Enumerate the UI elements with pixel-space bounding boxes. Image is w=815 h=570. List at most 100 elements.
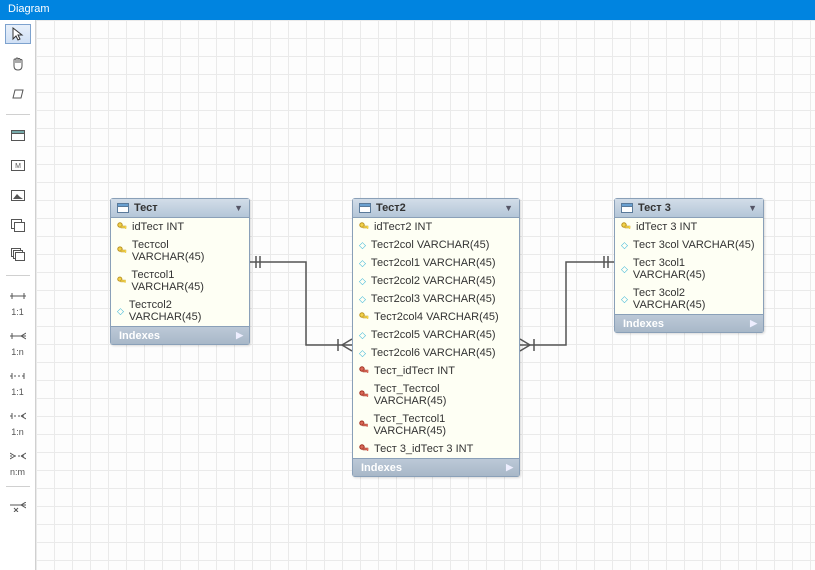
column-row[interactable]: ◇Тест2col6 VARCHAR(45) <box>353 344 519 362</box>
rel-1-n-tool[interactable] <box>5 326 31 346</box>
column-row[interactable]: idТест INT <box>111 218 249 236</box>
column-row[interactable]: Тестcol1 VARCHAR(45) <box>111 266 249 296</box>
table-icon <box>11 130 25 141</box>
collapse-icon[interactable]: ▼ <box>234 203 243 213</box>
layer-icon <box>11 219 25 232</box>
new-table-tool[interactable] <box>5 125 31 145</box>
key-icon <box>359 366 369 376</box>
key-icon <box>359 444 369 454</box>
collapse-icon[interactable]: ▼ <box>504 203 513 213</box>
entity-test2[interactable]: Тест2 ▼ idТест2 INT ◇ Тест2col VARCHAR(45)… <box>352 198 520 477</box>
pointer-icon <box>12 27 24 41</box>
entity-header[interactable]: Тест2 ▼ <box>353 199 519 218</box>
column-text: Тест_Тестcol1 VARCHAR(45) <box>373 413 513 437</box>
column-row[interactable]: ◇ Тестcol2 VARCHAR(45) <box>111 296 249 326</box>
separator <box>6 114 30 115</box>
entity-test[interactable]: Тест ▼ idТест INT Тестcol VARCHAR(45) Тест… <box>110 198 250 345</box>
column-text: Тестcol2 VARCHAR(45) <box>129 299 243 323</box>
column-text: Тест2col3 VARCHAR(45) <box>371 293 496 305</box>
column-row[interactable]: ◇Тест2col1 VARCHAR(45) <box>353 254 519 272</box>
column-row[interactable]: ◇Тест2col2 VARCHAR(45) <box>353 272 519 290</box>
column-row[interactable]: ◇ Тест2col3 VARCHAR(45) <box>353 290 519 308</box>
titlebar: Diagram <box>0 0 815 20</box>
key-icon <box>621 222 631 232</box>
indexes-section[interactable]: Indexes ▶ <box>615 314 763 332</box>
column-row[interactable]: ◇Тест 3col VARCHAR(45) <box>615 236 763 254</box>
table-icon <box>621 203 633 213</box>
entity-title: Тест <box>134 202 158 214</box>
entity-title: Тест 3 <box>638 202 671 214</box>
entity-title: Тест2 <box>376 202 406 214</box>
column-row[interactable]: idТест2 INT <box>353 218 519 236</box>
column-list: idТест 3 INT◇Тест 3col VARCHAR(45)◇Тест … <box>615 218 763 314</box>
column-row[interactable]: ◇ Тест2col VARCHAR(45) <box>353 236 519 254</box>
hand-icon <box>11 57 25 71</box>
column-text: Тест2col5 VARCHAR(45) <box>371 329 496 341</box>
column-row[interactable]: Тест 3_idТест 3 INT <box>353 440 519 458</box>
hand-tool[interactable] <box>5 54 31 74</box>
rel-existing-tool[interactable] <box>5 497 31 517</box>
column-row[interactable]: Тест_idТест INT <box>353 362 519 380</box>
rel-label: 1:1 <box>11 308 24 316</box>
expand-icon: ▶ <box>236 330 243 341</box>
column-row[interactable]: ◇Тест 3col1 VARCHAR(45) <box>615 254 763 284</box>
entity-header[interactable]: Тест 3 ▼ <box>615 199 763 218</box>
entity-header[interactable]: Тест ▼ <box>111 199 249 218</box>
diamond-icon: ◇ <box>359 294 366 305</box>
column-list: idТест2 INT◇Тест2col VARCHAR(45)◇Тест2co… <box>353 218 519 458</box>
rel-1-1-tool[interactable] <box>5 286 31 306</box>
pointer-tool[interactable] <box>5 24 31 44</box>
layers-icon <box>11 248 25 262</box>
column-text: Тест2col1 VARCHAR(45) <box>371 257 496 269</box>
toolbar: M 1:1 1:n 1:1 1:n n:m <box>0 20 36 570</box>
column-text: Тест 3col1 VARCHAR(45) <box>633 257 757 281</box>
table-icon <box>359 203 371 213</box>
entity-test3[interactable]: Тест 3 ▼ idТест 3 INT◇Тест 3col VARCHAR(… <box>614 198 764 333</box>
indexes-label: Indexes <box>623 318 664 330</box>
diamond-icon: ◇ <box>359 348 366 359</box>
column-text: Тестcol VARCHAR(45) <box>132 239 243 263</box>
title-text: Diagram <box>8 3 50 15</box>
column-row[interactable]: Тест_Тестcol1 VARCHAR(45) <box>353 410 519 440</box>
diamond-icon: ◇ <box>359 240 366 251</box>
separator <box>6 486 30 487</box>
table-icon <box>117 203 129 213</box>
column-text: Тест2col VARCHAR(45) <box>371 239 490 251</box>
image-icon <box>11 190 25 201</box>
column-row[interactable]: Тест2col4 VARCHAR(45) <box>353 308 519 326</box>
diamond-icon: ◇ <box>117 306 124 317</box>
layer-tool-2[interactable] <box>5 245 31 265</box>
rel-label: 1:n <box>11 348 24 356</box>
rel-1-1-dash-tool[interactable] <box>5 366 31 386</box>
view-icon: M <box>11 160 25 171</box>
column-list: idТест INT Тестcol VARCHAR(45) Тестcol1 VA… <box>111 218 249 326</box>
key-icon <box>117 222 127 232</box>
indexes-section[interactable]: Indexes ▶ <box>111 326 249 344</box>
column-row[interactable]: idТест 3 INT <box>615 218 763 236</box>
column-text: Тест2col2 VARCHAR(45) <box>371 275 496 287</box>
rel-icon <box>10 452 26 460</box>
rel-1-n-dash-tool[interactable] <box>5 406 31 426</box>
diagram-canvas[interactable]: Тест ▼ idТест INT Тестcol VARCHAR(45) Тест… <box>36 20 815 570</box>
layer-tool-1[interactable] <box>5 215 31 235</box>
column-row[interactable]: Тест_Тестcol VARCHAR(45) <box>353 380 519 410</box>
column-text: Тест 3_idТест 3 INT <box>374 443 473 455</box>
new-view-tool[interactable]: M <box>5 155 31 175</box>
column-row[interactable]: ◇Тест2col5 VARCHAR(45) <box>353 326 519 344</box>
key-icon <box>117 276 126 286</box>
rel-icon <box>10 502 26 512</box>
eraser-icon <box>11 88 25 100</box>
eraser-tool[interactable] <box>5 84 31 104</box>
rel-label: 1:n <box>11 428 24 436</box>
column-row[interactable]: Тестcol VARCHAR(45) <box>111 236 249 266</box>
indexes-label: Indexes <box>361 462 402 474</box>
indexes-section[interactable]: Indexes ▶ <box>353 458 519 476</box>
svg-text:M: M <box>15 163 21 170</box>
collapse-icon[interactable]: ▼ <box>748 203 757 213</box>
image-tool[interactable] <box>5 185 31 205</box>
column-text: idТест2 INT <box>374 221 432 233</box>
rel-n-m-tool[interactable] <box>5 446 31 466</box>
column-row[interactable]: ◇Тест 3col2 VARCHAR(45) <box>615 284 763 314</box>
key-icon <box>117 246 127 256</box>
workspace: M 1:1 1:n 1:1 1:n n:m <box>0 20 815 570</box>
